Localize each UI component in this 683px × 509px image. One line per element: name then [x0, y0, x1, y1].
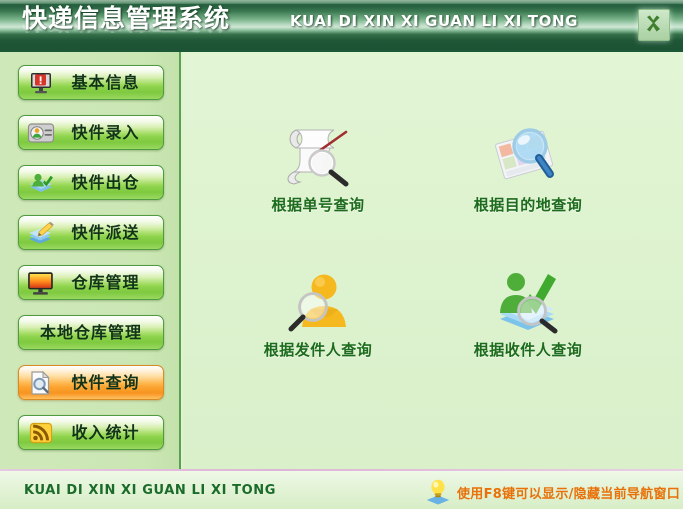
- tile-query-by-tracking-number[interactable]: 根据单号查询: [233, 112, 403, 214]
- books-pencil-icon: [26, 219, 56, 247]
- sidebar-item-income-statistics[interactable]: 收入统计: [18, 415, 164, 450]
- app-subtitle-pinyin: KUAI DI XIN XI GUAN LI XI TONG: [290, 12, 579, 30]
- main-content-area: 根据单号查询 根据目的地查询 根据发件人查询 根据收件人查询: [183, 52, 683, 469]
- scroll-magnifier-icon: [233, 112, 403, 190]
- status-bar: KUAI DI XIN XI GUAN LI XI TONG 使用F8键可以显示…: [0, 471, 683, 509]
- id-card-user-icon: [26, 119, 56, 147]
- app-title: 快递信息管理系统: [22, 4, 231, 33]
- sidebar-item-label: 快件派送: [71, 222, 140, 242]
- window-header: 快递信息管理系统 快递信息管理系统 KUAI DI XIN XI GUAN LI…: [0, 0, 683, 52]
- tile-label: 根据目的地查询: [473, 196, 583, 214]
- close-button[interactable]: [638, 9, 670, 41]
- lightbulb-icon: [424, 478, 452, 506]
- document-search-icon: [26, 369, 56, 397]
- sender-person-magnifier-icon: [233, 257, 403, 335]
- sidebar-item-parcel-entry[interactable]: 快件录入: [18, 115, 164, 150]
- rss-chart-icon: [26, 419, 56, 447]
- sidebar-item-label: 本地仓库管理: [39, 322, 142, 342]
- sidebar-item-local-warehouse-management[interactable]: 本地仓库管理: [18, 315, 164, 350]
- sidebar-item-label: 快件出仓: [71, 172, 140, 192]
- tile-label: 根据单号查询: [271, 196, 365, 214]
- sidebar-item-parcel-query[interactable]: 快件查询: [18, 365, 164, 400]
- status-bar-hint-text: 使用F8键可以显示/隐藏当前导航窗口: [457, 487, 681, 502]
- navigation-sidebar: 基本信息 快件录入 快件出仓 快件派送 仓库管理 本地仓库管理 快件查询 收入统…: [0, 52, 181, 469]
- sidebar-item-label: 收入统计: [71, 422, 140, 442]
- sidebar-item-label: 快件查询: [71, 372, 140, 392]
- tile-label: 根据发件人查询: [263, 341, 373, 359]
- application-window: 快递信息管理系统 快递信息管理系统 KUAI DI XIN XI GUAN LI…: [0, 0, 683, 509]
- close-icon: [639, 10, 669, 38]
- sidebar-item-parcel-delivery[interactable]: 快件派送: [18, 215, 164, 250]
- receiver-person-check-magnifier-icon: [443, 257, 613, 335]
- sidebar-item-label: 快件录入: [71, 122, 140, 142]
- sidebar-item-label: 仓库管理: [71, 272, 140, 292]
- user-book-out-icon: [26, 169, 56, 197]
- sidebar-item-basic-info[interactable]: 基本信息: [18, 65, 164, 100]
- status-bar-pinyin-label: KUAI DI XIN XI GUAN LI XI TONG: [24, 483, 277, 498]
- monitor-warehouse-icon: [28, 271, 53, 295]
- map-magnifier-icon: [443, 112, 613, 190]
- monitor-alert-icon: [26, 69, 56, 97]
- sidebar-item-warehouse-management[interactable]: 仓库管理: [18, 265, 164, 300]
- sidebar-item-label: 基本信息: [71, 72, 140, 92]
- tile-label: 根据收件人查询: [473, 341, 583, 359]
- tile-query-by-destination[interactable]: 根据目的地查询: [443, 112, 613, 214]
- tile-query-by-sender[interactable]: 根据发件人查询: [233, 257, 403, 359]
- sidebar-item-parcel-outbound[interactable]: 快件出仓: [18, 165, 164, 200]
- tile-query-by-receiver[interactable]: 根据收件人查询: [443, 257, 613, 359]
